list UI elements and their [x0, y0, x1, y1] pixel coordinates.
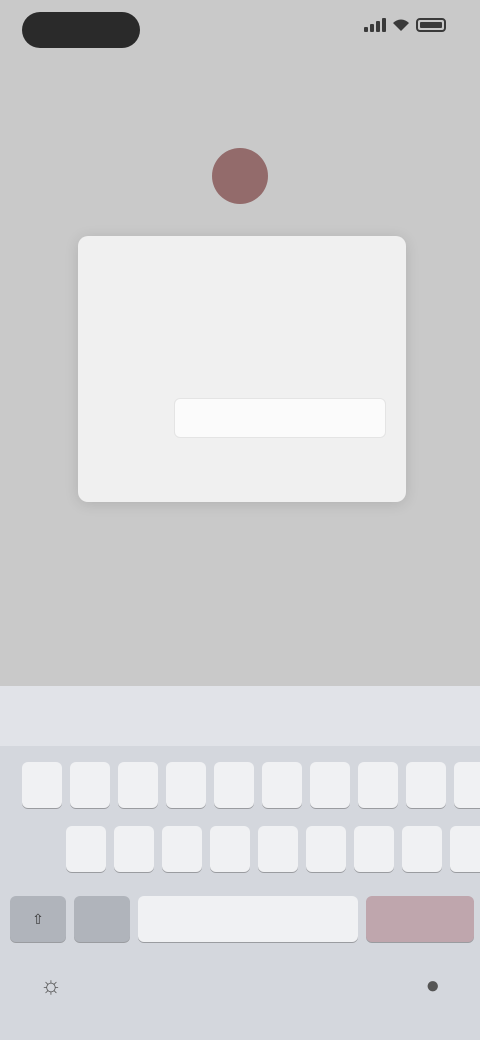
shift-icon: ⇧: [32, 911, 44, 927]
key[interactable]: [262, 762, 302, 808]
dialog-input-row: [100, 398, 386, 440]
signal-icon: [364, 18, 386, 32]
key[interactable]: [162, 826, 202, 872]
suggestion-item[interactable]: [0, 686, 160, 746]
dialog-confirm-button[interactable]: [78, 458, 406, 494]
suggestion-item[interactable]: [320, 686, 480, 746]
key-row-1: [22, 762, 480, 808]
key[interactable]: [166, 762, 206, 808]
key-row-2: [66, 826, 480, 872]
key-row-3: ⇧: [10, 896, 474, 942]
key[interactable]: [210, 826, 250, 872]
suggestion-item[interactable]: [160, 686, 320, 746]
key[interactable]: [114, 826, 154, 872]
avatar: [212, 148, 268, 204]
action-key[interactable]: [366, 896, 474, 942]
key[interactable]: [214, 762, 254, 808]
key[interactable]: [358, 762, 398, 808]
space-key[interactable]: [138, 896, 358, 942]
key[interactable]: [70, 762, 110, 808]
suggestion-bar: [0, 686, 480, 746]
key[interactable]: [310, 762, 350, 808]
status-bar: [0, 0, 480, 60]
key[interactable]: [258, 826, 298, 872]
battery-icon: [416, 18, 446, 32]
status-time: [22, 12, 140, 48]
key[interactable]: [450, 826, 480, 872]
globe-icon[interactable]: ☼: [40, 972, 62, 1000]
key[interactable]: [402, 826, 442, 872]
input-dialog: [78, 236, 406, 502]
dialog-text-input[interactable]: [174, 398, 386, 438]
key[interactable]: [22, 762, 62, 808]
key[interactable]: [306, 826, 346, 872]
numbers-key[interactable]: [74, 896, 130, 942]
nav-bar: [0, 62, 480, 108]
microphone-icon[interactable]: ●: [426, 972, 441, 1000]
shift-key[interactable]: ⇧: [10, 896, 66, 942]
key[interactable]: [406, 762, 446, 808]
status-icons: [364, 18, 446, 32]
key[interactable]: [454, 762, 480, 808]
key[interactable]: [66, 826, 106, 872]
key[interactable]: [354, 826, 394, 872]
wifi-icon: [393, 19, 409, 31]
profile-line: [110, 200, 370, 220]
key[interactable]: [118, 762, 158, 808]
